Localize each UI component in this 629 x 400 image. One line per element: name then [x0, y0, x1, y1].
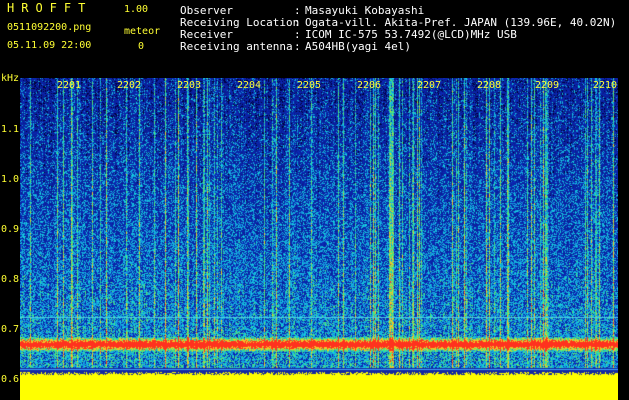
meteor-label: meteor	[124, 26, 161, 37]
y-tick-label: 0.8	[1, 274, 20, 285]
time-tick-label: 2210	[593, 80, 618, 91]
antenna-label: Receiving antenna	[180, 40, 293, 53]
time-tick-label: 2203	[177, 80, 202, 91]
file-name: 0511092200.png	[7, 22, 92, 33]
app-version: 1.00	[124, 4, 149, 15]
frequency-unit-label: kHz	[1, 73, 20, 84]
time-tick-label: 2202	[117, 80, 142, 91]
time-tick-label: 2201	[57, 80, 82, 91]
time-tick-label: 2208	[477, 80, 502, 91]
spectrogram-canvas	[20, 78, 618, 400]
y-tick-label: 1.0	[1, 174, 20, 185]
y-tick-label: 0.7	[1, 324, 20, 335]
app-title: HROFFT	[7, 1, 93, 15]
y-tick-label: 1.1	[1, 124, 20, 135]
y-tick-label: 0.9	[1, 224, 20, 235]
time-tick-label: 2206	[357, 80, 382, 91]
time-tick-label: 2205	[297, 80, 322, 91]
timestamp: 05.11.09 22:00	[7, 40, 92, 51]
time-tick-label: 2207	[417, 80, 442, 91]
antenna-value: A504HB(yagi 4el)	[305, 40, 411, 53]
meteor-count: 0	[138, 41, 145, 52]
y-tick-label: 0.6	[1, 374, 20, 385]
time-tick-label: 2204	[237, 80, 262, 91]
time-tick-label: 2209	[535, 80, 560, 91]
colon: :	[294, 40, 301, 53]
